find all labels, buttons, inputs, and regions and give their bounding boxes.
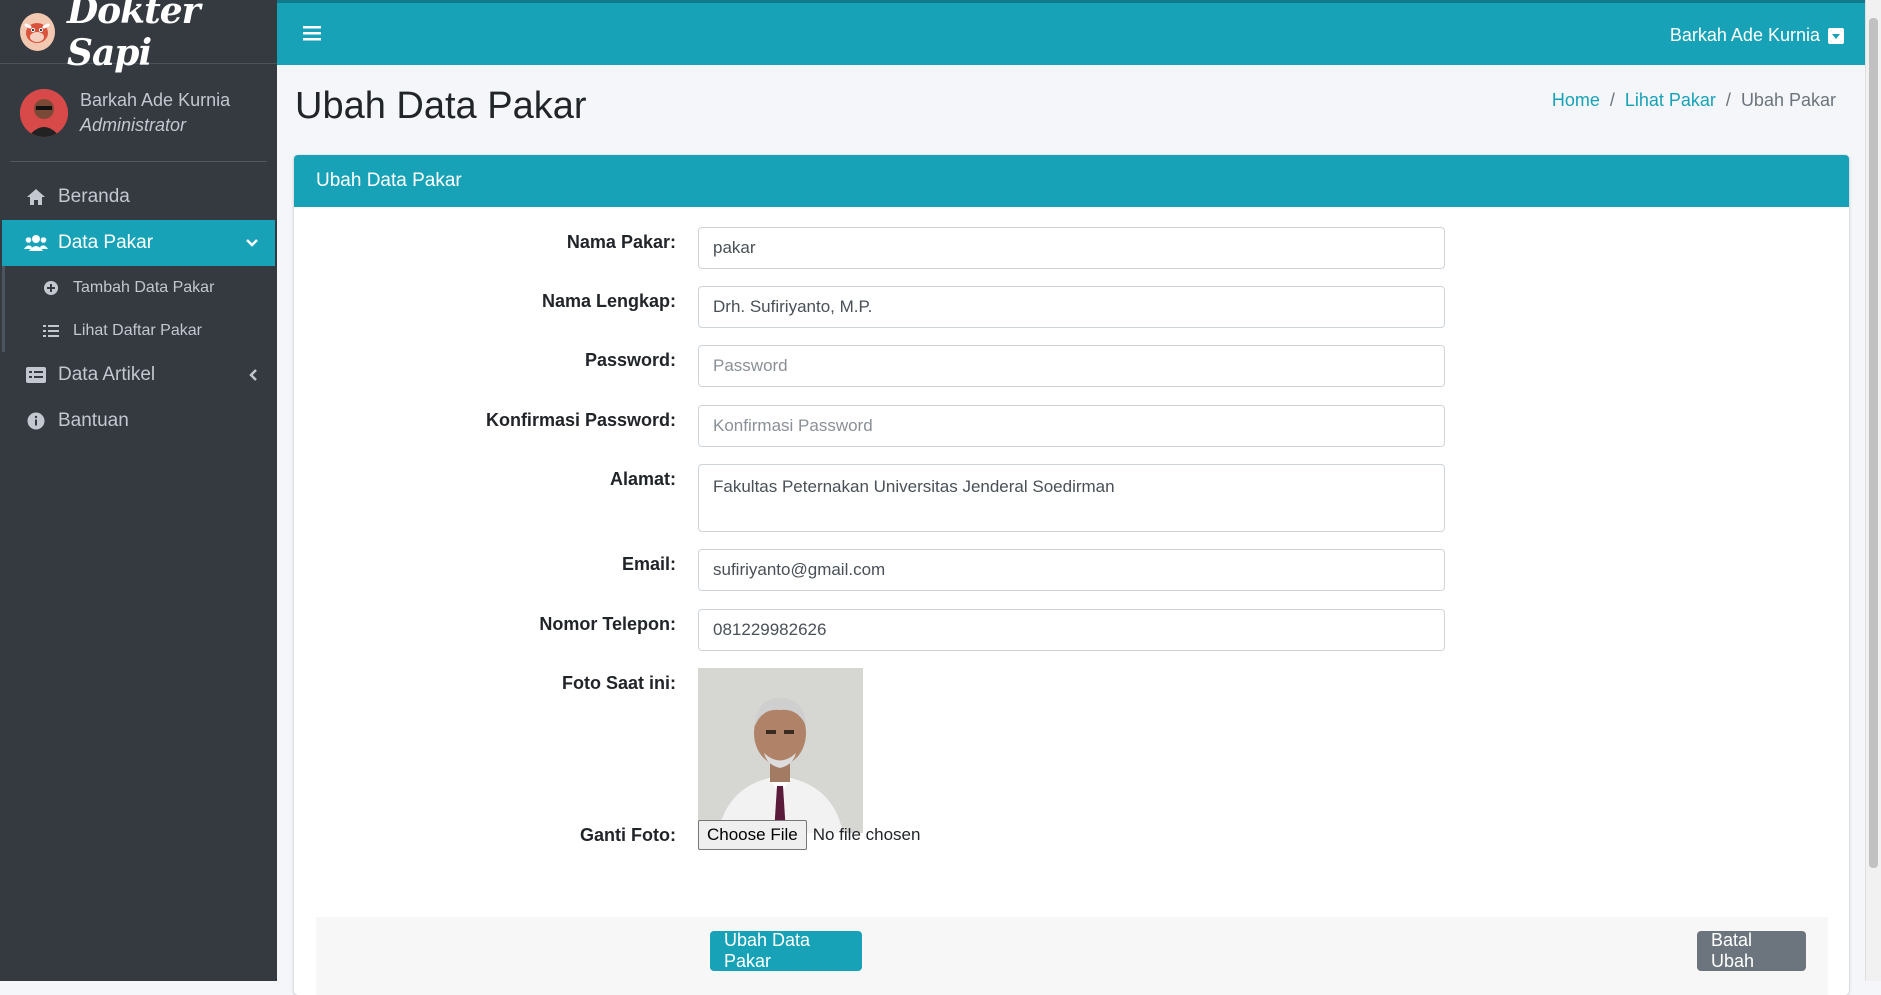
sidebar-nav: Beranda Data Pakar Tambah Data Pakar Lih… [0, 174, 277, 444]
alamat-textarea[interactable]: Fakultas Peternakan Universitas Jenderal… [698, 464, 1445, 532]
caret-square-down-icon [1828, 27, 1844, 44]
sidebar: Dokter Sapi Barkah Ade Kurnia Administra… [0, 0, 277, 981]
file-input: Choose File No file chosen [698, 820, 920, 850]
breadcrumb: Home / Lihat Pakar / Ubah Pakar [1552, 90, 1836, 111]
sidebar-item-data-artikel[interactable]: Data Artikel [0, 352, 277, 398]
batal-ubah-button[interactable]: Batal Ubah [1697, 930, 1806, 971]
users-icon [24, 234, 48, 252]
sidebar-subitem-tambah-data-pakar[interactable]: Tambah Data Pakar [2, 266, 277, 309]
file-status: No file chosen [812, 825, 921, 844]
chevron-left-icon [247, 366, 261, 388]
sidebar-item-label: Data Artikel [58, 364, 156, 385]
page-scrollbar[interactable] [1865, 0, 1881, 981]
user-role: Administrator [80, 114, 187, 135]
ubah-data-pakar-button[interactable]: Ubah Data Pakar [710, 930, 862, 971]
topbar: Barkah Ade Kurnia [277, 0, 1866, 65]
info-circle-icon [24, 412, 48, 430]
breadcrumb-separator: / [1725, 90, 1731, 110]
sidebar-item-label: Data Pakar [58, 232, 154, 253]
sidebar-item-label: Bantuan [58, 410, 129, 431]
current-photo [698, 668, 863, 833]
nama-pakar-label: Nama Pakar: [566, 232, 676, 252]
brand-name: Dokter Sapi [66, 0, 201, 74]
choose-file-button[interactable]: Choose File [698, 820, 807, 850]
user-name: Barkah Ade Kurnia [80, 89, 231, 110]
user-panel[interactable]: Barkah Ade Kurnia Administrator [10, 64, 267, 162]
card-header: Ubah Data Pakar [294, 155, 1849, 207]
brand[interactable]: Dokter Sapi [0, 0, 277, 74]
konfirmasi-password-input[interactable]: Konfirmasi Password [698, 405, 1445, 447]
password-label: Password: [584, 350, 676, 370]
nomor-telepon-input[interactable]: 081229982626 [698, 609, 1445, 651]
alamat-label: Alamat: [609, 469, 676, 489]
sidebar-subitem-lihat-daftar-pakar[interactable]: Lihat Daftar Pakar [2, 309, 277, 352]
nama-lengkap-label: Nama Lengkap: [541, 291, 676, 311]
page-title: Ubah Data Pakar [295, 85, 587, 127]
breadcrumb-separator: / [1609, 90, 1615, 110]
breadcrumb-home[interactable]: Home [1552, 90, 1600, 110]
sidebar-item-bantuan[interactable]: Bantuan [0, 398, 277, 444]
chevron-down-icon [245, 234, 259, 256]
email-label: Email: [621, 554, 676, 574]
cow-logo-icon [20, 12, 55, 51]
plus-circle-icon [41, 280, 61, 296]
breadcrumb-lihat-pakar[interactable]: Lihat Pakar [1625, 90, 1716, 110]
nomor-telepon-label: Nomor Telepon: [539, 614, 676, 634]
konfirmasi-password-label: Konfirmasi Password: [485, 410, 676, 430]
password-input[interactable]: Password [698, 345, 1445, 387]
nama-pakar-input[interactable]: pakar [698, 227, 1445, 269]
list-alt-icon [24, 367, 48, 383]
avatar [20, 88, 68, 137]
sidebar-item-label: Beranda [58, 186, 130, 207]
sidebar-item-beranda[interactable]: Beranda [0, 174, 277, 220]
card-footer: Ubah Data Pakar Batal Ubah [316, 917, 1828, 995]
main-content: Ubah Data Pakar Home / Lihat Pakar / Ubah Pa… [277, 65, 1866, 995]
sidebar-subitem-label: Lihat Daftar Pakar [73, 321, 202, 339]
nama-lengkap-input[interactable]: Drh. Sufiriyanto, M.P. [698, 286, 1445, 328]
edit-pakar-card: Ubah Data Pakar Nama Pakar: pakar Nama L… [294, 155, 1849, 995]
scrollbar-thumb[interactable] [1869, 18, 1878, 868]
email-input[interactable]: sufiriyanto@gmail.com [698, 549, 1445, 591]
user-dropdown[interactable]: Barkah Ade Kurnia [1670, 25, 1844, 46]
sidebar-subitem-label: Tambah Data Pakar [73, 278, 215, 296]
breadcrumb-current: Ubah Pakar [1740, 90, 1836, 110]
home-icon [24, 188, 48, 206]
foto-label: Foto Saat ini: [562, 673, 676, 693]
list-icon [41, 324, 61, 338]
ganti-foto-label: Ganti Foto: [580, 825, 676, 845]
sidebar-item-data-pakar[interactable]: Data Pakar [2, 220, 275, 266]
topbar-user-name: Barkah Ade Kurnia [1669, 25, 1820, 45]
hamburger-menu-icon[interactable] [303, 25, 321, 46]
